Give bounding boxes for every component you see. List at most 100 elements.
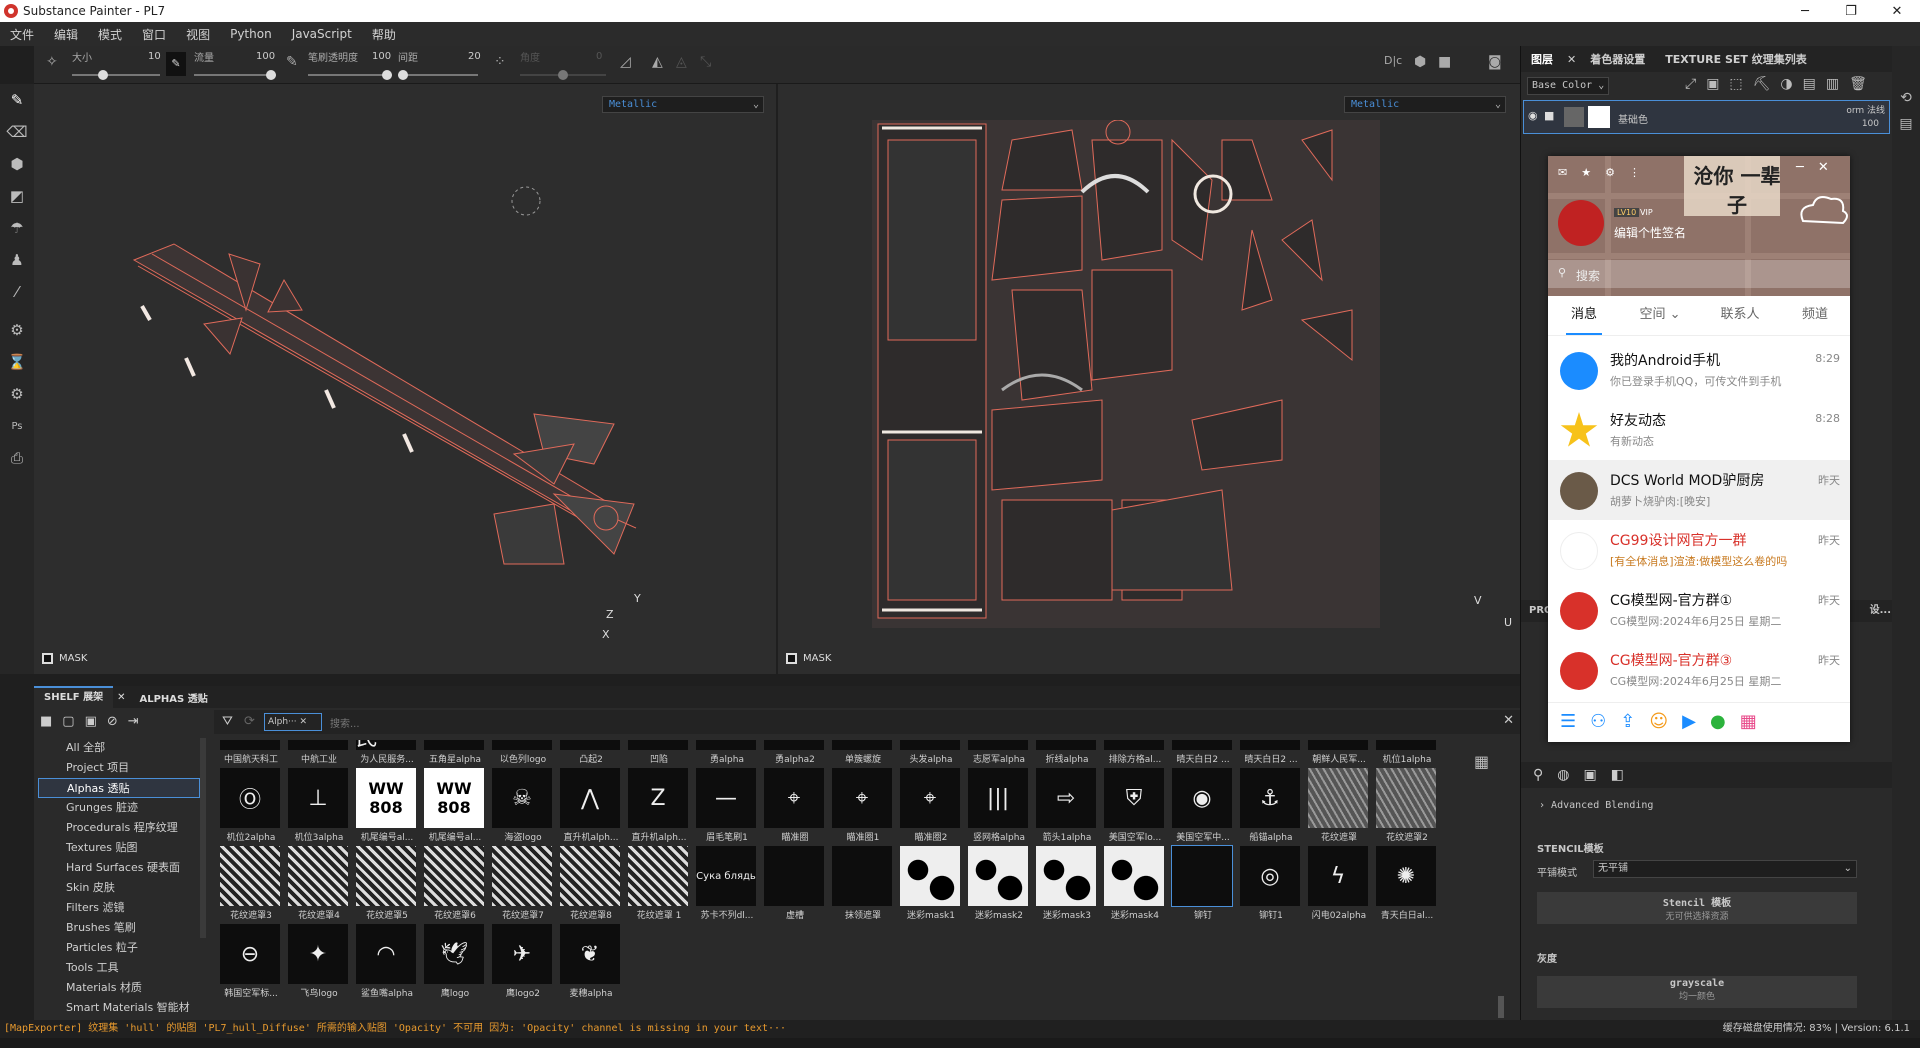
menu-python[interactable]: Python [230,27,272,41]
alpha-thumbnail[interactable]: ⇨ 箭头1alpha [1036,768,1098,846]
shelf-folder-icons[interactable]: ■▢▣⊘⇥ [34,708,206,736]
opacity-value[interactable]: 100 [372,51,391,62]
export-icon[interactable]: ⎙ [0,442,34,474]
alpha-thumbnail[interactable]: ✺ 晴天白日2 ... [1172,740,1234,768]
alpha-thumbnail[interactable]: ✺ 青天白日al... [1376,846,1438,924]
category-item[interactable]: Tools 工具 [38,958,200,978]
qq-search[interactable]: ⚲ 搜索 [1548,260,1850,288]
menu-window[interactable]: 窗口 [142,26,166,43]
smudge-icon[interactable]: ☂ [0,212,34,244]
menu-view[interactable]: 视图 [186,26,210,43]
alpha-thumbnail[interactable]: 虚槽 [764,846,826,924]
properties-channel-icons[interactable]: ⚲◍▣◧ [1521,762,1893,788]
layer-blend-mode[interactable]: orm 法线 [1846,103,1885,116]
jitter-icon[interactable]: ⁘ [494,54,506,70]
alpha-thumbnail[interactable]: 花纹遮罩8 [560,846,622,924]
category-item[interactable]: Particles 粒子 [38,938,200,958]
qq-tab-messages[interactable]: 消息 [1548,296,1620,335]
viewport-2d[interactable]: Metallic ⌄ V U MASK [778,84,1520,674]
qq-conversation[interactable]: CG99设计网官方一群 [有全体消息]渲渣:做模型这么卷的吗 昨天 [1548,520,1850,580]
screenshot-icon[interactable]: ◙ [1488,54,1502,70]
alpha-thumbnail[interactable]: ┼ 机位1alpha [1376,740,1438,768]
alpha-thumbnail[interactable]: 花纹遮罩7 [492,846,554,924]
qq-conversation[interactable]: 我的Android手机 你已登录手机QQ，可传文件到手机 8:29 [1548,340,1850,400]
qq-conversation[interactable]: CG模型网-官方群① CG模型网:2024年6月25日 星期二 昨天 [1548,580,1850,640]
angle-slider[interactable] [520,70,606,80]
viewport-2d-channel-select[interactable]: Metallic ⌄ [1344,96,1506,113]
photoshop-export-icon[interactable]: Ps [0,410,34,442]
flow-slider[interactable] [194,70,276,80]
alpha-thumbnail[interactable]: ✦ 中国航天科工 [220,740,282,768]
alpha-thumbnail[interactable]: 花纹遮罩4 [288,846,350,924]
alpha-thumbnail[interactable]: ⛨ 美国空军lo... [1104,768,1166,846]
qq-window-controls[interactable]: ─✕ [1796,160,1843,175]
symmetry-icon[interactable]: ◭ [652,54,663,70]
alpha-thumbnail[interactable]: 花纹遮罩5 [356,846,418,924]
alpha-thumbnail[interactable]: ≈ 头发alpha [900,740,962,768]
alpha-grid-scrollbar[interactable] [1498,996,1504,1018]
tab-alphas[interactable]: ALPHAS 透贴 [129,690,217,705]
alpha-thumbnail[interactable]: 迷彩mask4 [1104,846,1166,924]
settings-small-icon[interactable]: ⚙ [0,378,34,410]
alpha-thumbnail[interactable]: ⌖ 瞄准圈1 [832,768,894,846]
alpha-thumbnail[interactable]: ✦ 飞鸟logo [288,924,350,1002]
size-value[interactable]: 10 [148,51,161,62]
alpha-thumbnail[interactable]: Z 直升机alph... [628,768,690,846]
eraser-icon[interactable]: ⌫ [0,116,34,148]
brush-preset-icon[interactable]: ✧ [46,54,58,70]
alpha-thumbnail[interactable]: 迷彩mask2 [968,846,1030,924]
mask-toggle-3d[interactable]: MASK [42,653,87,664]
alpha-thumbnail[interactable]: 朝鲜人民军... [1308,740,1370,768]
size-pressure-icon[interactable]: ✎ [166,52,186,76]
flow-pressure-icon[interactable]: ✎ [286,54,298,70]
advanced-blending-section[interactable]: › Advanced Blending [1539,800,1653,811]
qq-tab-channels[interactable]: 频道 [1780,296,1850,335]
alpha-thumbnail[interactable]: ❦ 麦穗alpha [560,924,622,1002]
category-item[interactable]: Materials 材质 [38,978,200,998]
view-cube-icon[interactable]: ⬢ [1414,54,1426,70]
category-item[interactable]: Textures 贴图 [38,838,200,858]
category-item[interactable]: Alphas 透贴 [38,778,200,798]
history-icon[interactable]: ⟲ [1892,90,1920,106]
spacing-slider[interactable] [398,70,478,80]
category-item[interactable]: Project 项目 [38,758,200,778]
qq-conversation[interactable]: 好友动态 有新动态 8:28 [1548,400,1850,460]
spacing-value[interactable]: 20 [468,51,481,62]
menu-edit[interactable]: 编辑 [54,26,78,43]
opacity-slider[interactable] [308,70,392,80]
alpha-thumbnail[interactable]: ⌖ 瞄准圈2 [900,768,962,846]
alpha-thumbnail[interactable]: ⌖ 瞄准圈 [764,768,826,846]
alpha-thumbnail[interactable]: ⋀ 直升机alph... [560,768,622,846]
category-item[interactable]: Filters 滤镜 [38,898,200,918]
polygon-fill-icon[interactable]: ◩ [0,180,34,212]
refresh-icon[interactable]: ⟳ [244,714,255,729]
menu-file[interactable]: 文件 [10,26,34,43]
stencil-button[interactable]: Stencil 模板 无可供选择资源 [1537,892,1857,924]
qq-conversation[interactable]: CG模型网-官方群③ CG模型网:2024年6月25日 星期二 昨天 [1548,640,1850,700]
alpha-thumbnail[interactable]: 凸起2 [560,740,622,768]
blend-channel-select[interactable]: Base Color ⌄ [1527,77,1609,95]
mask-toggle-2d[interactable]: MASK [786,653,831,664]
alpha-thumbnail[interactable]: 迷彩mask3 [1036,846,1098,924]
alpha-thumbnail[interactable]: 🕊 鹰logo [424,924,486,1002]
alpha-thumbnail[interactable]: 花纹遮罩 [1308,768,1370,846]
search-clear-icon[interactable]: ✕ [1503,713,1514,728]
tiling-select[interactable]: 无平铺 ⌄ [1593,860,1857,878]
clone-stamp-icon[interactable]: ♟ [0,244,34,276]
qq-bottom-toolbar[interactable]: ☰⚇⇪☺▶●▦ [1548,702,1850,742]
paint-brush-icon[interactable]: ✎ [0,84,34,116]
alpha-thumbnail[interactable]: Сука блядь 苏卡不列dl... [696,846,758,924]
minimize-button[interactable]: ─ [1782,0,1828,22]
alpha-thumbnail[interactable]: ▦ 排除方格al... [1104,740,1166,768]
visibility-eye-icon[interactable]: ◉ [1528,109,1538,122]
camera-icon[interactable]: ■ [1438,54,1451,70]
alpha-thumbnail[interactable]: ▲▲ 折线alpha [1036,740,1098,768]
alpha-thumbnail[interactable]: ◎ 铆钉1 [1240,846,1302,924]
alpha-thumbnail[interactable]: ☸ 以色列logo [492,740,554,768]
shelf-close-icon[interactable]: ✕ [113,692,129,703]
alpha-thumbnail[interactable]: 凹陷 [628,740,690,768]
category-scrollbar[interactable] [200,738,206,938]
log-icon[interactable]: ▤ [1892,116,1920,132]
layer-opacity[interactable]: 100 [1862,119,1879,129]
alpha-thumbnail[interactable]: 花纹遮罩 1 [628,846,690,924]
